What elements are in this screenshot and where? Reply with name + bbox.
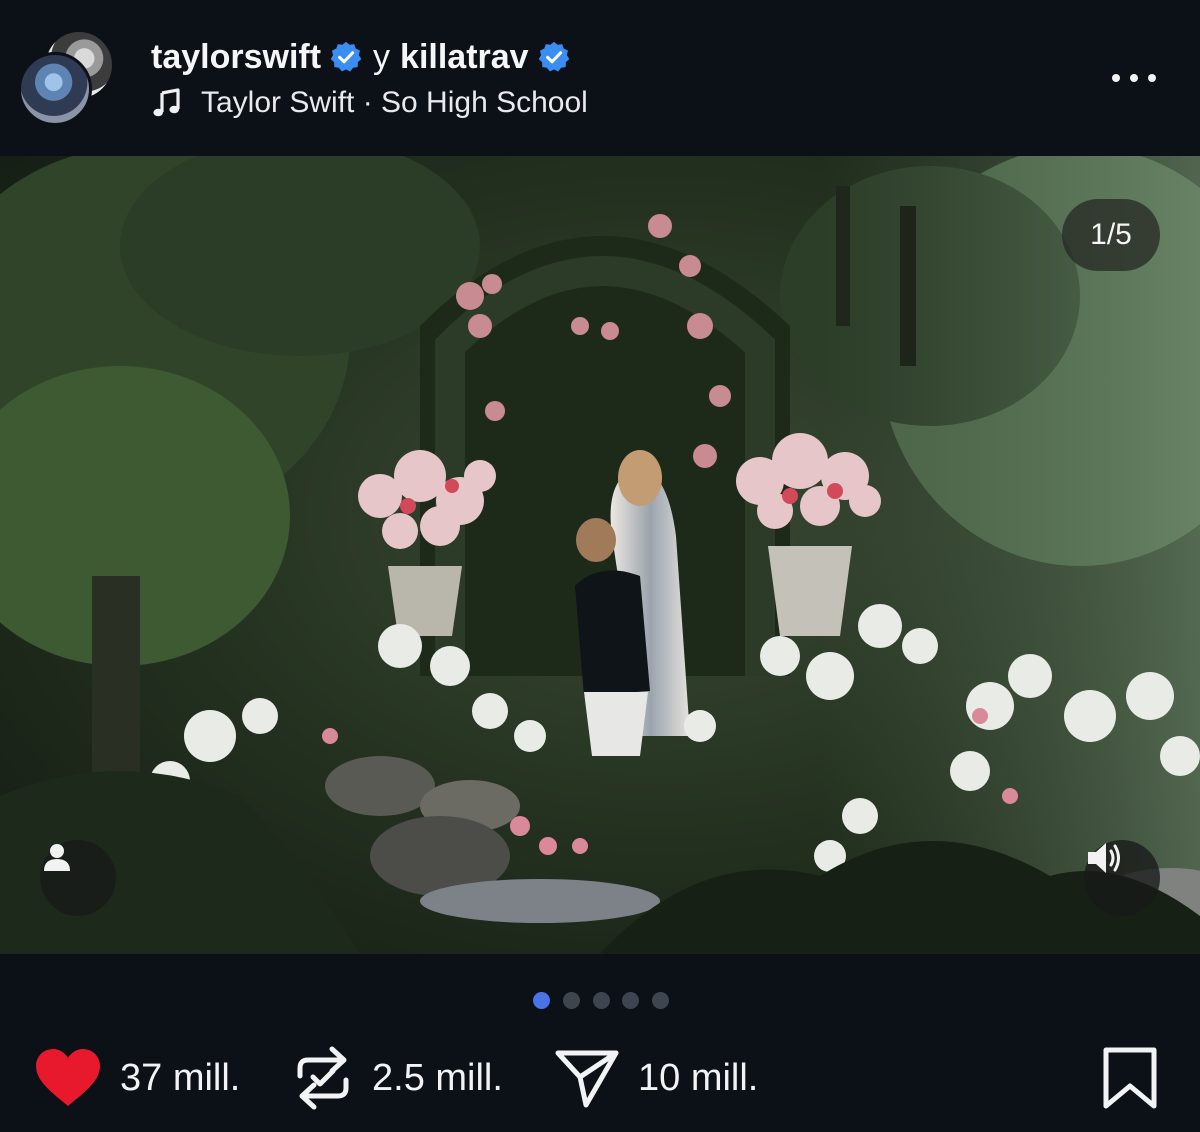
bookmark-icon[interactable] [1100,1046,1160,1110]
carousel-dot[interactable] [562,991,580,1009]
slide-counter: 1/5 [1062,199,1160,271]
carousel-dot[interactable] [592,991,610,1009]
action-bar: 37 mill. 2.5 mill. 10 mill. [0,1040,1200,1116]
volume-icon [1088,843,1120,873]
post: taylorswift y killatrav Taylor Swift · S… [0,0,1200,1132]
share-icon [555,1050,619,1108]
post-header: taylorswift y killatrav Taylor Swift · S… [0,0,1200,156]
share-count: 10 mill. [638,1056,759,1099]
like-count: 37 mill. [120,1056,241,1099]
conjunction-text: y [373,37,391,76]
verified-badge-icon [330,41,362,72]
more-icon [1112,74,1120,82]
music-row[interactable]: Taylor Swift · So High School [151,84,588,122]
username-1[interactable]: taylorswift [151,38,321,77]
like-button[interactable]: 37 mill. [34,1040,240,1116]
verified-badge-icon [538,41,569,72]
song-title: Taylor Swift · So High School [201,86,588,119]
share-button[interactable]: 10 mill. [554,1040,758,1116]
more-options-button[interactable] [1106,60,1162,96]
carousel-dot[interactable] [533,991,550,1009]
tagged-people-button[interactable] [40,840,116,916]
garden-photo [0,156,1200,954]
carousel-dot[interactable] [652,991,669,1009]
avatar-stack[interactable] [18,30,118,126]
music-note-icon [153,88,180,117]
volume-button[interactable] [1084,840,1160,916]
post-media[interactable]: 1/5 [0,156,1200,954]
heart-icon [36,1049,100,1106]
person-icon [44,844,70,871]
repost-icon [297,1046,349,1110]
repost-count: 2.5 mill. [372,1056,503,1099]
username-2[interactable]: killatrav [400,38,529,77]
authors-row: taylorswift y killatrav [151,36,571,78]
avatar-taylorswift[interactable] [18,52,92,126]
carousel-dot[interactable] [622,991,640,1009]
repost-button[interactable]: 2.5 mill. [292,1040,503,1116]
carousel-dots [533,991,669,1009]
